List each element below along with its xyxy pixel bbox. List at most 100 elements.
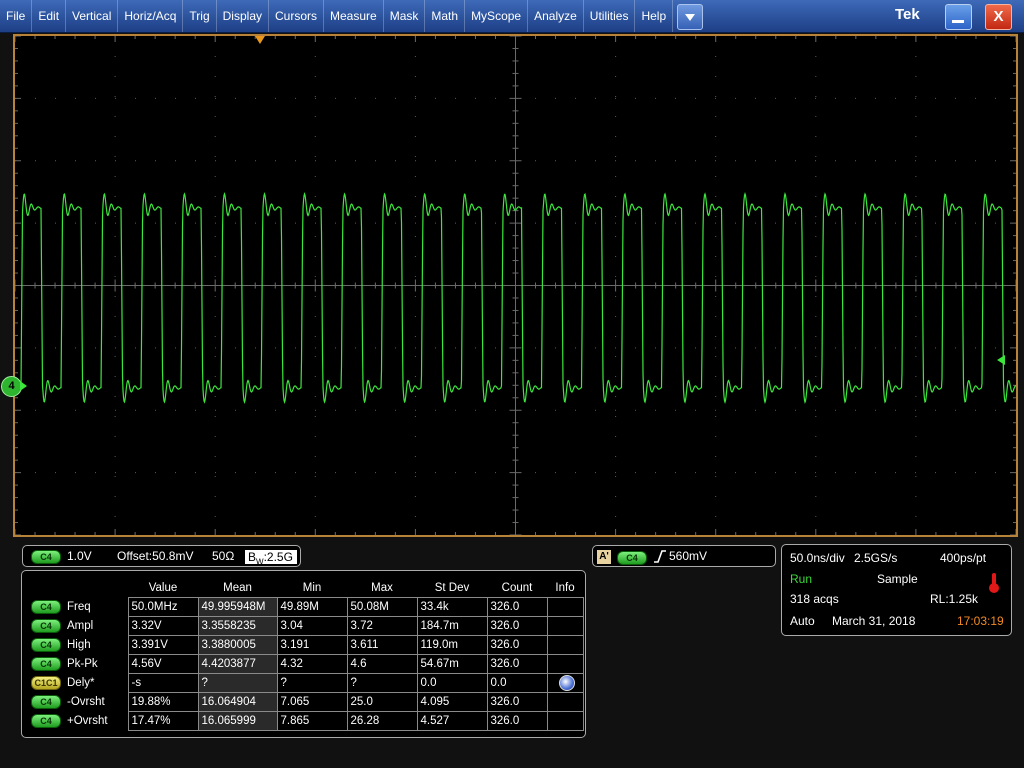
input-impedance: 50Ω — [212, 549, 235, 563]
meas-value: -s — [127, 673, 199, 693]
meas-max: 3.72 — [346, 616, 418, 636]
menu-analyze[interactable]: Analyze — [528, 0, 584, 32]
meas-name: +Ovrsht — [67, 715, 108, 727]
menu-display[interactable]: Display — [217, 0, 269, 32]
meas-value: 3.391V — [127, 635, 199, 655]
meas-max: 50.08M — [346, 597, 418, 617]
menu-edit[interactable]: Edit — [32, 0, 67, 32]
meas-name: Freq — [67, 601, 91, 613]
date: March 31, 2018 — [832, 614, 916, 628]
meas-count: 326.0 — [486, 616, 548, 636]
menu-math[interactable]: Math — [425, 0, 466, 32]
source-badge: C4 — [31, 695, 61, 709]
waveform-display[interactable] — [13, 34, 1018, 537]
table-row[interactable]: C1C1 Dely* -s ? ? ? 0.0 0.0 — [26, 673, 584, 693]
trigger-sequence-badge: A' — [597, 550, 611, 564]
meas-min: 3.191 — [276, 635, 348, 655]
menu-vertical[interactable]: Vertical — [66, 0, 119, 32]
info-icon[interactable] — [558, 675, 575, 691]
meas-stdev: 119.0m — [416, 635, 488, 655]
menu-trig[interactable]: Trig — [183, 0, 217, 32]
meas-mean: 49.995948M — [197, 597, 278, 617]
measurement-panel[interactable]: Value Mean Min Max St Dev Count Info C4 F… — [21, 570, 586, 738]
table-row[interactable]: C4 High 3.391V 3.3880005 3.191 3.611 119.… — [26, 635, 584, 655]
meas-name: Ampl — [67, 620, 94, 632]
meas-mean: 16.064904 — [197, 692, 278, 712]
meas-min: 3.04 — [276, 616, 348, 636]
source-badge: C4 — [31, 638, 61, 652]
acquisition-count: 318 acqs — [790, 592, 839, 606]
menu-bar: File Edit Vertical Horiz/Acq Trig Displa… — [0, 0, 1024, 33]
horizontal-acq-panel[interactable]: 50.0ns/div 2.5GS/s 400ps/pt Run Sample 3… — [781, 544, 1012, 636]
vertical-readout[interactable]: C4 1.0V Offset:50.8mV 50Ω BW:2.5G — [22, 545, 301, 567]
meas-mean: ? — [197, 673, 278, 693]
row-label: C4 +Ovrsht — [26, 712, 128, 731]
menu-horiz-acq[interactable]: Horiz/Acq — [118, 0, 184, 32]
minimize-button[interactable] — [945, 4, 972, 30]
meas-info — [546, 654, 584, 674]
trigger-level: 560mV — [669, 549, 708, 563]
brand-logo: Tek — [895, 6, 920, 23]
meas-mean: 16.065999 — [197, 711, 278, 731]
trigger-mode: Auto — [790, 614, 815, 628]
meas-info — [546, 711, 584, 731]
row-label: C4 Freq — [26, 598, 128, 617]
trigger-readout[interactable]: A' C4 560mV — [592, 545, 776, 567]
header-max: Max — [371, 582, 393, 594]
meas-max: 26.28 — [346, 711, 418, 731]
menu-file[interactable]: File — [0, 0, 33, 32]
row-label: C4 Pk-Pk — [26, 655, 128, 674]
rising-edge-icon — [654, 550, 666, 563]
header-count: Count — [501, 582, 533, 594]
table-row[interactable]: C4 Ampl 3.32V 3.3558235 3.04 3.72 184.7m … — [26, 616, 584, 636]
table-row[interactable]: C4 -Ovrsht 19.88% 16.064904 7.065 25.0 4.… — [26, 692, 584, 712]
table-row[interactable]: C4 Freq 50.0MHz 49.995948M 49.89M 50.08M … — [26, 597, 584, 617]
table-row[interactable]: C4 +Ovrsht 17.47% 16.065999 7.865 26.28 4… — [26, 711, 584, 731]
menu-myscope[interactable]: MyScope — [465, 0, 529, 32]
menu-list: File Edit Vertical Horiz/Acq Trig Displa… — [0, 0, 674, 32]
meas-stdev: 54.67m — [416, 654, 488, 674]
minimize-icon — [952, 20, 964, 23]
source-badge: C1C1 — [31, 676, 61, 690]
row-label: C1C1 Dely* — [26, 674, 128, 693]
menu-cursors[interactable]: Cursors — [269, 0, 325, 32]
meas-count: 326.0 — [486, 711, 548, 731]
source-badge: C4 — [31, 714, 61, 728]
meas-name: -Ovrsht — [67, 696, 105, 708]
menu-dropdown-button[interactable] — [677, 4, 703, 30]
meas-stdev: 184.7m — [416, 616, 488, 636]
header-min: Min — [302, 582, 322, 594]
meas-min: ? — [276, 673, 348, 693]
meas-mean: 3.3558235 — [197, 616, 278, 636]
source-badge: C4 — [31, 657, 61, 671]
trigger-level-arrow-icon[interactable] — [997, 355, 1005, 365]
header-mean: Mean — [223, 582, 252, 594]
table-row[interactable]: C4 Pk-Pk 4.56V 4.4203877 4.32 4.6 54.67m … — [26, 654, 584, 674]
meas-max: 4.6 — [346, 654, 418, 674]
trigger-position-icon[interactable] — [255, 36, 265, 44]
meas-info — [546, 692, 584, 712]
vertical-scale: 1.0V — [67, 549, 92, 563]
menu-help[interactable]: Help — [635, 0, 674, 32]
meas-mean: 3.3880005 — [197, 635, 278, 655]
menu-utilities[interactable]: Utilities — [584, 0, 636, 32]
channel-4-marker[interactable]: 4 — [1, 376, 22, 397]
meas-min: 7.065 — [276, 692, 348, 712]
meas-info — [546, 673, 584, 693]
meas-min: 4.32 — [276, 654, 348, 674]
meas-info — [546, 635, 584, 655]
header-spacer — [26, 579, 128, 598]
graticule-grid — [15, 36, 1016, 535]
menu-mask[interactable]: Mask — [384, 0, 426, 32]
close-button[interactable]: X — [985, 4, 1012, 30]
meas-mean: 4.4203877 — [197, 654, 278, 674]
vertical-offset: Offset:50.8mV — [117, 549, 194, 563]
meas-name: High — [67, 639, 91, 651]
header-info: Info — [555, 582, 575, 594]
row-label: C4 Ampl — [26, 617, 128, 636]
meas-count: 326.0 — [486, 692, 548, 712]
thermometer-bulb-icon — [989, 583, 999, 593]
meas-info — [546, 597, 584, 617]
meas-value: 50.0MHz — [127, 597, 199, 617]
menu-measure[interactable]: Measure — [324, 0, 384, 32]
